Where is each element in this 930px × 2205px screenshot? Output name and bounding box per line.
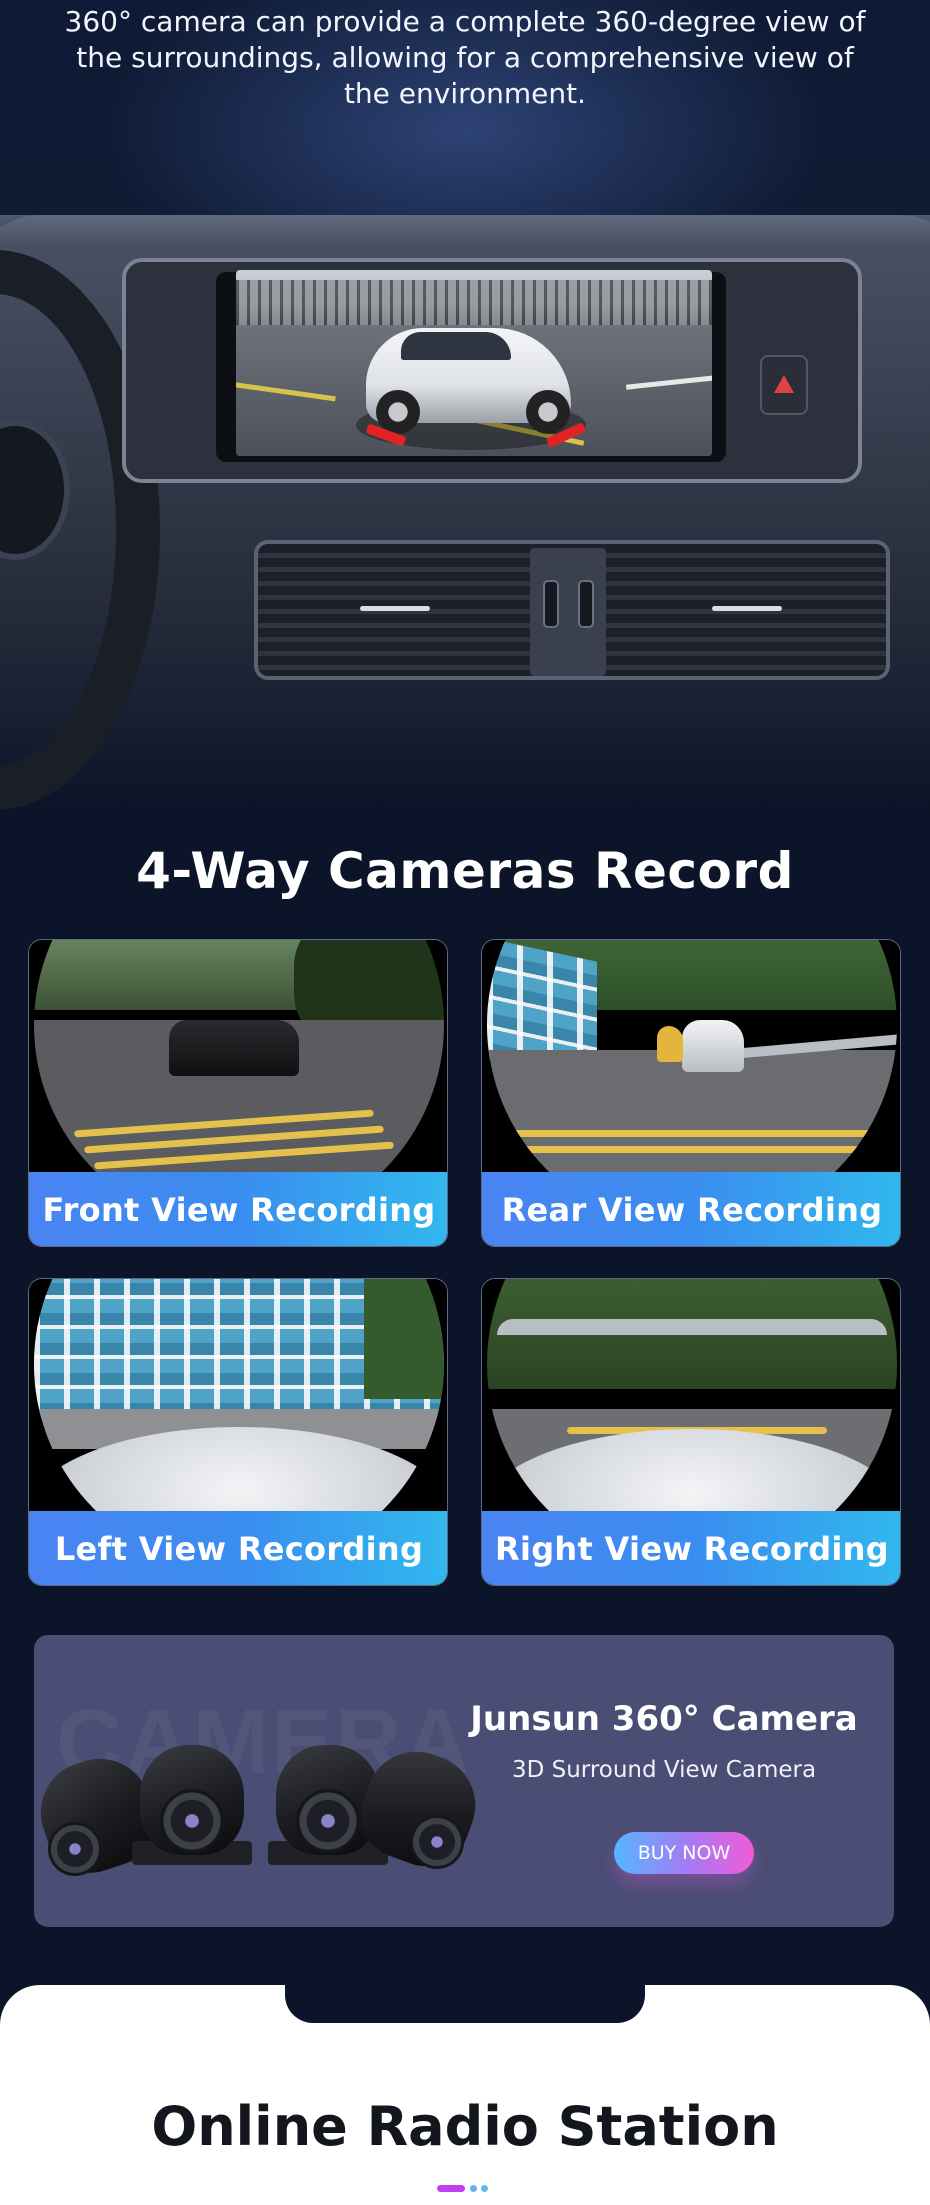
- front-view-card[interactable]: Front View Recording: [28, 939, 448, 1247]
- left-view-card[interactable]: Left View Recording: [28, 1278, 448, 1586]
- indicator-dot[interactable]: [470, 2185, 477, 2192]
- right-view-label: Right View Recording: [482, 1511, 900, 1585]
- head-unit-screen: [236, 270, 712, 456]
- section-notch: [285, 1975, 645, 2023]
- hero-description: 360° camera can provide a complete 360-d…: [64, 5, 866, 110]
- front-view-label: Front View Recording: [29, 1172, 447, 1246]
- promo-subtitle: 3D Surround View Camera: [511, 1757, 817, 1783]
- cameras-section-title: 4-Way Cameras Record: [136, 842, 794, 900]
- right-view-image: [482, 1279, 900, 1511]
- radio-section-title: Online Radio Station: [151, 2095, 779, 2158]
- rear-view-card[interactable]: Rear View Recording: [481, 939, 901, 1247]
- left-view-image: [29, 1279, 447, 1511]
- front-view-image: [29, 940, 447, 1172]
- product-promo-banner: CAMERA Junsun 360° Camera 3D Surround Vi…: [34, 1635, 894, 1927]
- indicator-dot[interactable]: [481, 2185, 488, 2192]
- promo-title: Junsun 360° Camera: [470, 1699, 858, 1739]
- hazard-triangle-icon: [774, 375, 794, 393]
- buy-now-button[interactable]: BUY NOW: [614, 1832, 754, 1874]
- rear-view-image: [482, 940, 900, 1172]
- indicator-dot-active[interactable]: [437, 2185, 465, 2192]
- hazard-button: [760, 355, 808, 415]
- left-view-label: Left View Recording: [29, 1511, 447, 1585]
- hero-section: 360° camera can provide a complete 360-d…: [0, 0, 930, 820]
- right-view-card[interactable]: Right View Recording: [481, 1278, 901, 1586]
- rear-view-label: Rear View Recording: [482, 1172, 900, 1246]
